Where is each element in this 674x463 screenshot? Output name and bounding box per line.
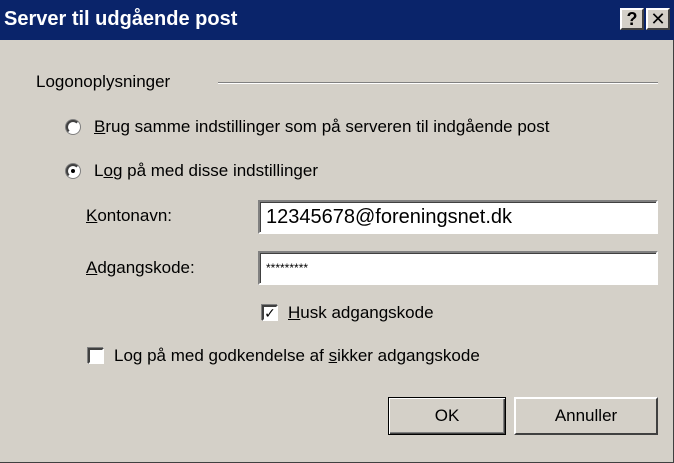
help-icon: ? (626, 9, 638, 29)
radio-same-settings-label: Brug samme indstillinger som på serveren… (94, 117, 550, 136)
ok-button[interactable]: OK (388, 397, 506, 435)
remember-password-box[interactable]: ✓ (262, 305, 278, 321)
radio-log-on-with-settings-label: Log på med disse indstillinger (94, 161, 318, 180)
radio-same-settings-circle[interactable] (66, 120, 80, 134)
title-bar: Server til udgående post ? ✕ (0, 0, 674, 40)
account-name-label: Kontonavn: (86, 206, 173, 225)
remember-password-checkbox[interactable]: ✓ Husk adgangskode (262, 303, 434, 323)
secure-auth-checkbox[interactable]: Log på med godkendelse af sikker adgangs… (88, 346, 480, 366)
secure-auth-box[interactable] (88, 348, 104, 364)
password-input[interactable]: ********* (258, 251, 658, 285)
help-button[interactable]: ? (620, 8, 644, 30)
account-name-input[interactable]: 12345678@foreningsnet.dk (258, 200, 658, 234)
password-label: Adgangskode: (86, 258, 195, 277)
password-value: ********* (266, 261, 309, 275)
cancel-button[interactable]: Annuller (514, 397, 658, 435)
radio-same-settings[interactable]: Brug samme indstillinger som på serveren… (66, 117, 549, 137)
account-name-value: 12345678@foreningsnet.dk (266, 205, 513, 228)
group-divider (218, 82, 658, 84)
close-button[interactable]: ✕ (646, 8, 670, 30)
logon-group-label: Logonoplysninger (36, 72, 175, 92)
dialog-title: Server til udgående post (4, 8, 238, 30)
outgoing-server-dialog: Server til udgående post ? ✕ Logonoplysn… (0, 0, 674, 463)
radio-log-on-with-settings-circle[interactable] (66, 164, 80, 178)
radio-log-on-with-settings[interactable]: Log på med disse indstillinger (66, 161, 318, 181)
secure-auth-label: Log på med godkendelse af sikker adgangs… (114, 346, 480, 365)
checkmark-icon: ✓ (264, 305, 276, 321)
remember-password-label: Husk adgangskode (288, 303, 434, 322)
close-icon: ✕ (650, 9, 666, 29)
